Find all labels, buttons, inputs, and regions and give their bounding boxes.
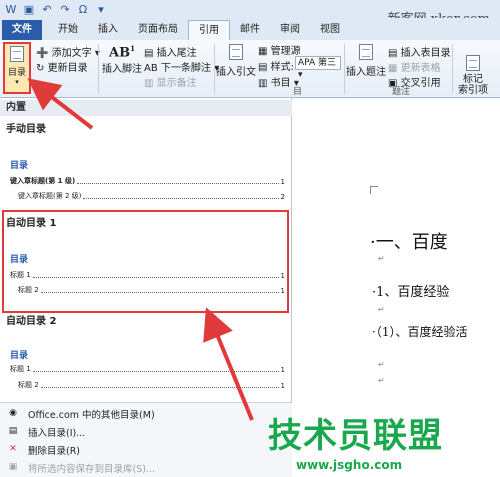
paragraph-mark: ↵ [378,360,385,369]
endnote-icon: ▤ [144,48,154,59]
manual-toc-preview-row: 键入章标题(第 1 级) 1 [10,177,285,186]
bibliography-icon: ▥ [258,78,268,89]
auto-toc-2-preview-row: 标题 21 [18,381,285,390]
divider [98,44,99,94]
update-table-button[interactable]: ▦ 更新表格 [388,59,441,74]
toc-button-label: 目录 [7,68,26,78]
manual-toc-title: 手动目录 [6,124,46,135]
auto-toc-2-option[interactable]: 自动目录 2 目录 标题 11 标题 21 [0,310,292,400]
redo-icon[interactable]: ↷ [58,3,72,16]
tab-view[interactable]: 视图 [310,20,350,40]
chevron-down-icon: ▾ [15,78,19,86]
auto-toc-2-preview-row: 标题 11 [10,365,285,374]
remove-toc-icon: ✕ [9,444,17,454]
office-globe-icon: ◉ [9,408,17,418]
tab-insert[interactable]: 插入 [88,20,128,40]
watermark-url: www.jsgho.com [296,458,403,472]
table-of-figures-icon: ▤ [388,48,398,59]
next-footnote-icon: AB [144,63,158,74]
style-select[interactable]: APA 第三 ▾ [295,56,341,80]
caption-icon [359,44,373,60]
manual-toc-preview-row: 键入章标题(第 2 级) 2 [18,192,285,201]
manage-sources-button[interactable]: ▦ 管理源 [258,42,301,57]
manage-sources-icon: ▦ [258,46,268,57]
group-label-captions: 题注 [392,87,411,97]
word-app-icon: W [5,2,17,16]
save-icon[interactable]: ▣ [22,3,36,16]
style-label: ▤ 样式: [258,62,295,73]
citation-icon [229,44,243,60]
update-toc-button[interactable]: ↻ 更新目录 [36,59,88,74]
builtin-header: 内置 [0,100,292,116]
toc-button[interactable]: 目录 ▾ [3,42,31,94]
paragraph-mark: ↵ [378,305,385,314]
mark-entry-icon [466,55,480,71]
insert-footnote-button[interactable]: AB1 插入脚注 [102,44,142,75]
document-heading-1: ·一、百度 [370,232,448,253]
auto-toc-2-title: 自动目录 2 [6,316,57,327]
update-table-icon: ▦ [388,63,398,74]
customize-qat-icon[interactable]: ▾ [94,3,108,16]
manual-toc-preview-title: 目录 [10,161,29,171]
divider [214,44,215,94]
tab-references[interactable]: 引用 [188,20,230,40]
insert-table-of-figures-button[interactable]: ▤ 插入表目录 [388,44,451,59]
menu-item-save-to-gallery[interactable]: ▣ 将所选内容保存到目录库(S)... [0,459,292,477]
auto-toc-2-preview-title: 目录 [10,351,29,361]
add-text-icon: ➕ [36,48,49,59]
tab-file[interactable]: 文件 [2,20,42,40]
document-heading-3: ·（1）、百度经验活 [372,325,468,339]
refresh-icon: ↻ [36,63,45,74]
tab-home[interactable]: 开始 [48,20,88,40]
next-footnote-button[interactable]: AB 下一条脚注 ▾ [144,59,219,74]
insert-toc-icon: ▤ [8,426,18,436]
auto-toc-1-highlight [2,210,289,313]
document-heading-2: ·1、百度经验 [372,285,450,300]
ribbon-references: 目录 ▾ ➕ 添加文字 ▾ ↻ 更新目录 AB1 插入脚注 ▤ 插入尾注 AB … [0,40,500,98]
toc-icon [10,46,24,62]
tab-mailings[interactable]: 邮件 [230,20,270,40]
menu-item-office-more-toc[interactable]: ◉ Office.com 中的其他目录(M) [0,405,292,423]
toc-dropdown-menu: ◉ Office.com 中的其他目录(M) ▤ 插入目录(I)... ✕ 删除… [0,402,292,477]
omega-symbol-icon[interactable]: Ω [76,3,90,16]
ribbon-tabs: 文件 开始 插入 页面布局 引用 邮件 审阅 视图 [0,18,500,40]
insert-citation-button[interactable]: 插入引文 [216,44,256,78]
undo-icon[interactable]: ↶ [40,3,54,16]
paragraph-mark: ↵ [378,254,385,263]
paragraph-mark: ↵ [378,376,385,385]
insert-caption-button[interactable]: 插入题注 [346,44,386,78]
manual-toc-option[interactable]: 手动目录 目录 键入章标题(第 1 级) 1 键入章标题(第 2 级) 2 [0,116,292,206]
group-label-citations: 目 [293,87,303,97]
watermark-logo-text: 技术员联盟 [268,416,443,456]
style-icon: ▤ [258,62,268,73]
menu-item-remove-toc[interactable]: ✕ 删除目录(R) [0,441,292,459]
add-text-button[interactable]: ➕ 添加文字 ▾ [36,44,100,59]
tab-page-layout[interactable]: 页面布局 [128,20,188,40]
show-notes-button[interactable]: ▥ 显示备注 [144,74,197,89]
insert-endnote-button[interactable]: ▤ 插入尾注 [144,44,197,59]
save-selection-icon: ▣ [8,462,18,472]
show-notes-icon: ▥ [144,78,154,89]
divider [344,44,345,94]
tab-review[interactable]: 审阅 [270,20,310,40]
menu-item-insert-toc[interactable]: ▤ 插入目录(I)... [0,423,292,441]
footnote-icon: AB1 [109,44,135,61]
page-corner-mark [370,186,378,194]
divider [452,44,453,94]
